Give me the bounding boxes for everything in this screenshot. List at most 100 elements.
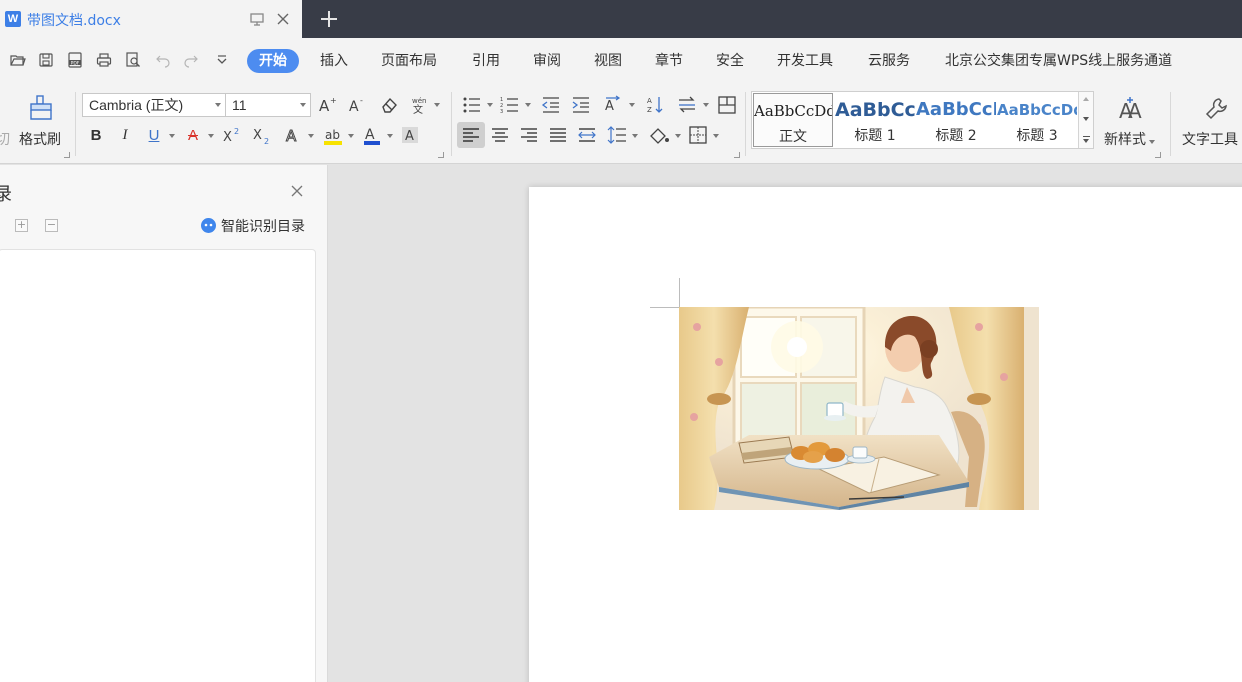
menu-home[interactable]: 开始 (247, 49, 299, 73)
subscript-icon[interactable]: X2 (252, 125, 272, 145)
chevron-down-icon[interactable] (308, 134, 314, 138)
chevron-down-icon[interactable] (348, 134, 354, 138)
chevron-down-icon[interactable] (713, 134, 719, 138)
collapse-all-icon[interactable]: − (45, 219, 58, 232)
underline-icon[interactable]: U (145, 125, 163, 145)
chevron-down-icon[interactable] (629, 103, 635, 107)
styles-dialog-launcher-icon[interactable] (1155, 152, 1161, 158)
phonetic-guide-icon[interactable]: wén文 (410, 95, 430, 115)
cut-label[interactable]: 切 (0, 129, 10, 149)
gallery-more-icon[interactable] (1083, 136, 1090, 137)
line-spacing-icon[interactable] (607, 125, 627, 145)
paragraph-shading-icon[interactable] (648, 125, 670, 145)
scroll-up-icon[interactable] (1083, 97, 1089, 101)
clipboard-launcher-icon[interactable] (64, 152, 70, 158)
text-tools-label[interactable]: 文字工具 (1182, 129, 1238, 149)
chevron-down-icon[interactable] (387, 134, 393, 138)
style-heading-2[interactable]: AaBbCcD 标题 2 (916, 93, 996, 147)
numbered-list-icon[interactable]: 123 (500, 95, 520, 115)
superscript-icon[interactable]: X2 (222, 125, 242, 145)
print-icon[interactable] (96, 52, 112, 68)
font-name-select[interactable]: Cambria (正文) (82, 93, 226, 117)
close-tab-icon[interactable] (275, 11, 291, 27)
print-preview-icon[interactable] (125, 52, 141, 68)
chevron-down-icon[interactable] (703, 103, 709, 107)
svg-text:A: A (286, 127, 297, 145)
align-center-icon[interactable] (491, 127, 509, 143)
chevron-down-icon[interactable] (487, 103, 493, 107)
justify-icon[interactable] (549, 127, 567, 143)
toc-list[interactable] (0, 249, 316, 682)
menu-service-channel[interactable]: 北京公交集团专属WPS线上服务通道 (945, 49, 1172, 73)
clear-formatting-eraser-icon[interactable] (379, 95, 399, 115)
text-direction-icon[interactable]: A (603, 95, 625, 115)
style-gallery-scroll[interactable] (1078, 92, 1093, 148)
character-shading-icon[interactable]: A (400, 125, 420, 145)
highlight-color-icon[interactable]: ab (322, 125, 344, 147)
new-tab-plus-icon[interactable] (318, 8, 340, 30)
strikethrough-icon[interactable]: A (184, 125, 202, 145)
close-icon[interactable] (290, 184, 304, 198)
expand-all-icon[interactable]: + (15, 219, 28, 232)
paragraph-dialog-launcher-icon[interactable] (734, 152, 740, 158)
new-style-icon[interactable]: AA (1117, 96, 1145, 122)
chevron-down-icon[interactable] (208, 134, 214, 138)
distributed-align-icon[interactable] (578, 127, 596, 143)
style-heading-1[interactable]: AaBbCcI 标题 1 (835, 93, 915, 147)
open-folder-icon[interactable] (10, 52, 26, 68)
undo-icon[interactable] (155, 52, 171, 68)
align-left-button[interactable] (457, 122, 485, 148)
style-normal[interactable]: AaBbCcDd 正文 (753, 93, 833, 147)
italic-icon[interactable]: I (116, 125, 134, 145)
menu-cloud-services[interactable]: 云服务 (868, 49, 910, 73)
customize-quick-access-icon[interactable] (214, 52, 230, 68)
style-heading-3[interactable]: AaBbCcDd 标题 3 (997, 93, 1077, 147)
format-painter-icon[interactable] (28, 95, 56, 121)
show-hide-marks-icon[interactable] (717, 95, 737, 115)
menu-view[interactable]: 视图 (594, 49, 622, 73)
align-right-icon[interactable] (520, 127, 538, 143)
style-sample: AaBbCcDd (754, 102, 832, 120)
chevron-down-icon[interactable] (525, 103, 531, 107)
margin-corner-mark (650, 307, 679, 308)
svg-text:-: - (360, 96, 363, 105)
decrease-indent-icon[interactable] (541, 95, 561, 115)
monitor-icon[interactable] (249, 11, 265, 27)
sort-icon[interactable]: AZ (645, 95, 665, 115)
borders-icon[interactable] (688, 125, 708, 145)
smart-toc-button[interactable]: 智能识别目录 (221, 216, 305, 236)
chevron-down-icon[interactable] (632, 134, 638, 138)
inserted-picture-woman-reading[interactable] (679, 307, 1039, 510)
wrench-icon[interactable] (1204, 96, 1230, 122)
bold-icon[interactable]: B (87, 125, 105, 145)
chevron-down-icon[interactable] (434, 103, 440, 107)
bullet-list-icon[interactable] (462, 95, 482, 115)
menu-page-layout[interactable]: 页面布局 (381, 49, 437, 73)
format-painter-label[interactable]: 格式刷 (19, 129, 61, 149)
font-color-icon[interactable]: A (362, 125, 382, 147)
menu-security[interactable]: 安全 (716, 49, 744, 73)
menu-developer[interactable]: 开发工具 (777, 49, 833, 73)
line-wrap-icon[interactable] (677, 95, 697, 115)
save-icon[interactable] (38, 52, 54, 68)
chevron-down-icon[interactable] (169, 134, 175, 138)
scroll-down-icon[interactable] (1083, 117, 1089, 121)
font-size-select[interactable]: 11 (225, 93, 311, 117)
menu-review[interactable]: 审阅 (533, 49, 561, 73)
redo-icon[interactable] (183, 52, 199, 68)
svg-text:X: X (223, 130, 232, 145)
menu-section[interactable]: 章节 (655, 49, 683, 73)
text-effect-icon[interactable]: A (284, 125, 304, 146)
menu-references[interactable]: 引用 (472, 49, 500, 73)
document-tab[interactable]: W 带图文档.docx (0, 0, 302, 38)
export-pdf-icon[interactable]: PDF (67, 52, 83, 68)
increase-indent-icon[interactable] (571, 95, 591, 115)
menu-insert[interactable]: 插入 (320, 49, 348, 73)
grow-font-icon[interactable]: A + (318, 95, 338, 115)
shrink-font-icon[interactable]: A- (348, 95, 368, 115)
chevron-down-icon[interactable] (675, 134, 681, 138)
chevron-down-icon (215, 103, 221, 107)
font-dialog-launcher-icon[interactable] (438, 152, 444, 158)
smart-toc-icon[interactable] (201, 218, 216, 233)
new-style-label[interactable]: 新样式 (1104, 129, 1155, 149)
